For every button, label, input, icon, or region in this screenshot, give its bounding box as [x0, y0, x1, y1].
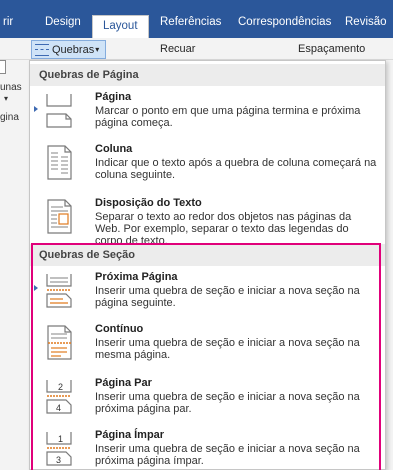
menu-item-continuous[interactable]: Contínuo Inserir uma quebra de seção e i… — [30, 320, 385, 372]
espacamento-label: Espaçamento — [298, 43, 366, 55]
menu-item-title: Contínuo — [95, 323, 144, 335]
text-wrapping-icon — [47, 199, 72, 234]
menu-item-title: Página Ímpar — [95, 429, 165, 441]
menu-item-title: Próxima Página — [95, 271, 178, 283]
continuous-icon — [47, 325, 72, 360]
menu-item-description: Indicar que o texto após a quebra de col… — [95, 157, 377, 181]
menu-item-title: Página Par — [95, 377, 152, 389]
section-breaks-header: Quebras de Seção — [30, 244, 385, 266]
columns-label-fragment: unas — [0, 82, 22, 93]
tab-revisao[interactable]: Revisão — [345, 12, 387, 32]
menu-item-description: Marcar o ponto em que uma página termina… — [95, 105, 361, 129]
quebras-button[interactable]: Quebras ▾ — [31, 40, 106, 59]
menu-item-even-page[interactable]: 2 4 Página Par Inserir uma quebra de seç… — [30, 374, 385, 424]
even-page-icon: 2 4 — [46, 380, 72, 414]
next-page-icon — [46, 274, 72, 308]
column-break-icon — [47, 145, 72, 180]
menu-item-text-wrapping[interactable]: Disposição do Texto Separar o texto ao r… — [30, 194, 385, 247]
menu-item-title: Coluna — [95, 143, 133, 155]
menu-item-description: Inserir uma quebra de seção e iniciar a … — [95, 391, 360, 415]
ribbon-tab-bar: rir Design Layout Referências Correspond… — [0, 0, 393, 38]
columns-icon[interactable] — [0, 60, 6, 74]
menu-item-description: Inserir uma quebra de seção e iniciar a … — [95, 337, 360, 361]
menu-item-next-page[interactable]: Próxima Página Inserir uma quebra de seç… — [30, 268, 385, 318]
menu-item-title: Disposição do Texto — [95, 197, 202, 209]
tab-design[interactable]: Design — [45, 12, 81, 32]
svg-text:2: 2 — [58, 382, 63, 392]
recuar-label: Recuar — [160, 43, 196, 55]
menu-item-description: Separar o texto ao redor dos objetos nas… — [95, 211, 352, 247]
menu-item-odd-page[interactable]: 1 3 Página Ímpar Inserir uma quebra de s… — [30, 426, 385, 470]
tab-correspondencias[interactable]: Correspondências — [238, 12, 331, 32]
page-break-icon — [46, 94, 72, 128]
breaks-dropdown-menu: Quebras de Página Página Marcar o ponto … — [29, 60, 386, 470]
selection-arrow-icon — [34, 106, 38, 112]
page-breaks-header: Quebras de Página — [30, 64, 385, 86]
columns-arrow-fragment: ▾ — [4, 94, 9, 103]
chevron-down-icon: ▾ — [95, 45, 100, 54]
menu-item-column-break[interactable]: Coluna Indicar que o texto após a quebra… — [30, 140, 385, 192]
svg-text:4: 4 — [56, 403, 61, 413]
odd-page-icon: 1 3 — [46, 432, 72, 466]
breaks-icon — [35, 43, 49, 56]
svg-text:1: 1 — [58, 434, 63, 444]
selection-arrow-icon — [34, 285, 38, 291]
tab-inserir[interactable]: rir — [3, 12, 13, 32]
quebras-label: Quebras — [52, 43, 95, 56]
page-label-fragment: gina — [0, 112, 19, 123]
menu-item-page-break[interactable]: Página Marcar o ponto em que uma página … — [30, 88, 385, 138]
tab-referencias[interactable]: Referências — [160, 12, 221, 32]
menu-item-description: Inserir uma quebra de seção e iniciar a … — [95, 443, 360, 467]
svg-text:3: 3 — [56, 455, 61, 465]
menu-item-description: Inserir uma quebra de seção e iniciar a … — [95, 285, 360, 309]
menu-item-title: Página — [95, 91, 132, 103]
tab-layout[interactable]: Layout — [92, 15, 149, 38]
